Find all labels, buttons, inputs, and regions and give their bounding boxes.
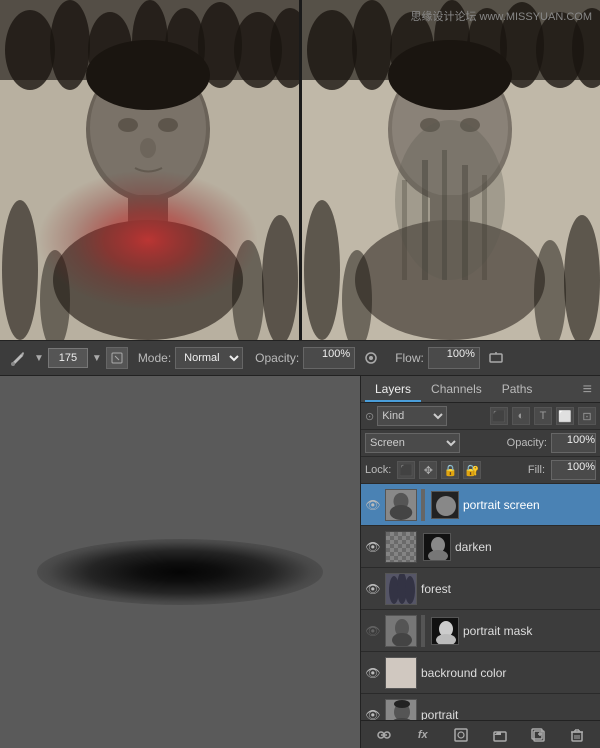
layer-name-portrait-screen: portrait screen — [463, 498, 596, 512]
layer-thumb-portrait-screen — [385, 489, 417, 521]
layer-thumb-bg-color — [385, 657, 417, 689]
lock-position-btn[interactable]: ✥ — [419, 461, 437, 479]
filter-pixel-icon[interactable]: ⬛ — [490, 407, 508, 425]
fill-value-input[interactable]: 100% — [551, 460, 596, 480]
fx-btn[interactable]: fx — [412, 724, 434, 746]
layer-thumb-portrait-mask — [385, 615, 417, 647]
new-layer-btn[interactable] — [527, 724, 549, 746]
add-mask-btn[interactable] — [450, 724, 472, 746]
new-group-btn[interactable] — [489, 724, 511, 746]
lock-icons: ⬛ ✥ 🔒 🔐 — [397, 461, 481, 479]
lock-artboard-btn[interactable]: 🔐 — [463, 461, 481, 479]
layer-row-portrait[interactable]: 👁 portrait — [361, 694, 600, 720]
filter-select[interactable]: Kind — [377, 406, 447, 426]
layer-chain-portrait-mask — [421, 615, 425, 647]
delete-layer-btn[interactable] — [566, 724, 588, 746]
layer-mask-thumb-portrait-screen — [431, 491, 459, 519]
layer-row-portrait-screen[interactable]: 👁 portrait screen — [361, 484, 600, 526]
tab-layers[interactable]: Layers — [365, 378, 421, 402]
layer-eye-portrait[interactable]: 👁 — [365, 707, 381, 721]
brush-size-value[interactable]: 175 — [48, 348, 88, 368]
layer-chain-portrait-screen — [421, 489, 425, 521]
photoshop-toolbar: ▼ 175 ▼ Mode: Normal Multiply Screen Ove… — [0, 340, 600, 376]
blend-mode-select[interactable]: Screen Normal Multiply Overlay Darken — [365, 433, 460, 453]
lock-all-btn[interactable]: 🔒 — [441, 461, 459, 479]
layers-panel: Layers Channels Paths ≡ ⊙ Kind ⬛ ◐ T ⬜ ⊡… — [360, 376, 600, 748]
layer-row-forest[interactable]: 👁 forest — [361, 568, 600, 610]
brush-size-arrow[interactable]: ▼ — [92, 353, 102, 364]
layer-eye-portrait-mask[interactable]: 👁 — [365, 623, 381, 639]
layer-eye-darken[interactable]: 👁 — [365, 539, 381, 555]
mode-label: Mode: — [138, 351, 171, 365]
filter-shape-icon[interactable]: ⬜ — [556, 407, 574, 425]
layer-name-portrait-mask: portrait mask — [463, 624, 596, 638]
layer-thumb-portrait — [385, 699, 417, 721]
flow-value[interactable]: 100% — [428, 347, 480, 369]
layer-thumb-forest — [385, 573, 417, 605]
bottom-section: Layers Channels Paths ≡ ⊙ Kind ⬛ ◐ T ⬜ ⊡… — [0, 376, 600, 748]
layer-name-forest: forest — [421, 582, 596, 596]
opacity-label: Opacity: — [255, 351, 299, 365]
layer-opacity-input[interactable]: 100% — [551, 433, 596, 453]
layer-name-portrait: portrait — [421, 708, 596, 721]
right-portrait-svg — [302, 0, 600, 340]
filter-icons: ⬛ ◐ T ⬜ ⊡ — [490, 407, 596, 425]
tablet-pressure-icon[interactable] — [484, 346, 508, 370]
layer-eye-portrait-screen[interactable]: 👁 — [365, 497, 381, 513]
brush-tool-icon[interactable] — [6, 346, 30, 370]
layer-mask-thumb-portrait-mask — [431, 617, 459, 645]
filter-adj-icon[interactable]: ◐ — [512, 407, 530, 425]
filter-smart-icon[interactable]: ⊡ — [578, 407, 596, 425]
image-comparison-area — [0, 0, 600, 340]
right-image-panel — [299, 0, 600, 340]
layer-name-bg-color: backround color — [421, 666, 596, 680]
filter-row: ⊙ Kind ⬛ ◐ T ⬜ ⊡ — [361, 403, 600, 430]
brush-dropdown-arrow[interactable]: ▼ — [34, 353, 44, 364]
opacity-value[interactable]: 100% — [303, 347, 355, 369]
layer-thumb-darken — [385, 531, 417, 563]
right-figure — [302, 0, 600, 340]
tab-paths[interactable]: Paths — [492, 378, 543, 402]
left-portrait-svg — [0, 0, 299, 340]
layer-row-bg-color[interactable]: 👁 backround color — [361, 652, 600, 694]
brush-stroke-blob — [37, 539, 323, 605]
lock-pixels-btn[interactable]: ⬛ — [397, 461, 415, 479]
watermark: 思缘设计论坛 www.MISSYUAN.COM — [410, 8, 592, 24]
layers-tabs: Layers Channels Paths ≡ — [361, 376, 600, 403]
lock-row: Lock: ⬛ ✥ 🔒 🔐 Fill: 100% — [361, 457, 600, 484]
airbrush-icon[interactable] — [359, 346, 383, 370]
layer-name-darken: darken — [455, 540, 596, 554]
layers-panel-menu[interactable]: ≡ — [579, 379, 596, 401]
search-icon: ⊙ — [365, 410, 374, 423]
brush-options-icon[interactable] — [106, 347, 128, 369]
mode-select[interactable]: Normal Multiply Screen Overlay — [175, 347, 243, 369]
layer-eye-bg-color[interactable]: 👁 — [365, 665, 381, 681]
layer-row-portrait-mask[interactable]: 👁 portrait mask — [361, 610, 600, 652]
tab-channels[interactable]: Channels — [421, 378, 492, 402]
left-figure — [0, 0, 299, 340]
link-layers-btn[interactable] — [373, 724, 395, 746]
canvas-area[interactable] — [0, 376, 360, 748]
blend-mode-row: Screen Normal Multiply Overlay Darken Op… — [361, 430, 600, 457]
flow-label: Flow: — [395, 351, 424, 365]
fill-label: Fill: — [528, 464, 545, 476]
filter-type-icon[interactable]: T — [534, 407, 552, 425]
left-image-panel — [0, 0, 299, 340]
lock-label: Lock: — [365, 464, 391, 476]
layers-bottom-toolbar: fx — [361, 720, 600, 748]
layer-eye-forest[interactable]: 👁 — [365, 581, 381, 597]
opacity-row-label: Opacity: — [507, 437, 547, 449]
layer-mask-thumb-darken — [423, 533, 451, 561]
layers-list: 👁 portrait screen — [361, 484, 600, 720]
layer-row-darken[interactable]: 👁 — [361, 526, 600, 568]
